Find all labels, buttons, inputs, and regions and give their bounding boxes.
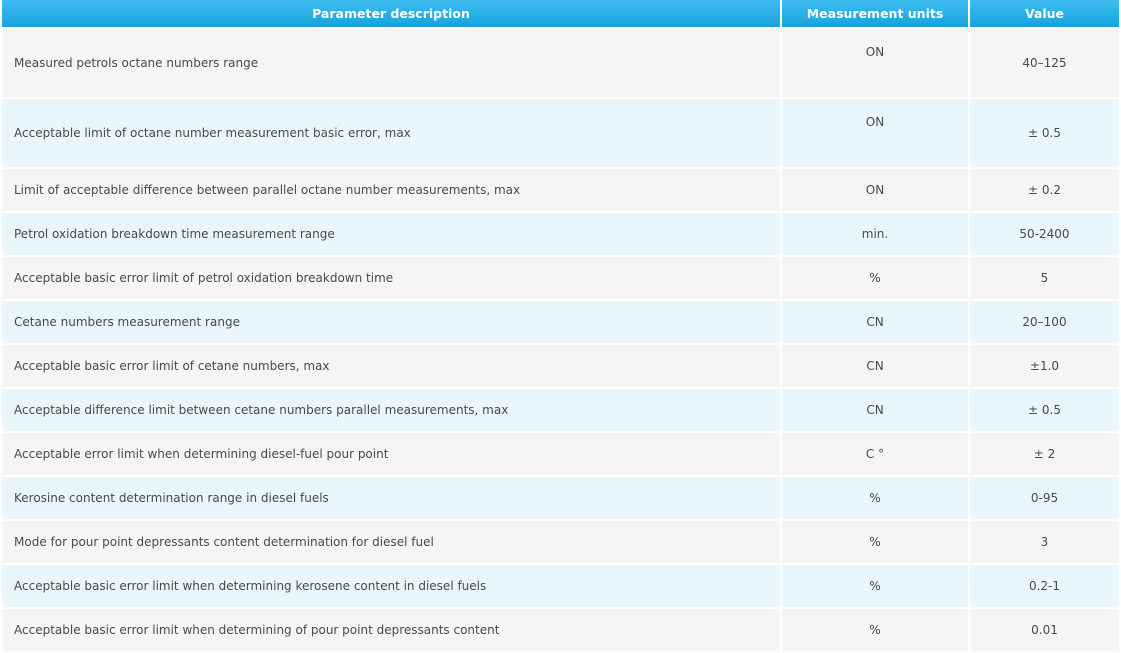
- table-row: Acceptable basic error limit of petrol o…: [2, 257, 1119, 299]
- cell-units: C °: [782, 433, 968, 475]
- cell-units: %: [782, 609, 968, 651]
- cell-description: Acceptable error limit when determining …: [2, 433, 780, 475]
- header-value: Value: [970, 0, 1119, 27]
- cell-value: 3: [970, 521, 1119, 563]
- cell-description: Limit of acceptable difference between p…: [2, 169, 780, 211]
- table-body: Measured petrols octane numbers range ON…: [2, 29, 1119, 651]
- cell-value: 0.01: [970, 609, 1119, 651]
- cell-description: Acceptable basic error limit when determ…: [2, 609, 780, 651]
- cell-value: 20–100: [970, 301, 1119, 343]
- table-row: Acceptable error limit when determining …: [2, 433, 1119, 475]
- table-row: Acceptable difference limit between ceta…: [2, 389, 1119, 431]
- cell-value: 5: [970, 257, 1119, 299]
- cell-description: Acceptable basic error limit of petrol o…: [2, 257, 780, 299]
- cell-units: %: [782, 477, 968, 519]
- cell-units: ON: [782, 99, 968, 167]
- table-row: Limit of acceptable difference between p…: [2, 169, 1119, 211]
- cell-units: CN: [782, 389, 968, 431]
- cell-units: CN: [782, 301, 968, 343]
- cell-description: Petrol oxidation breakdown time measurem…: [2, 213, 780, 255]
- cell-units: %: [782, 257, 968, 299]
- cell-description: Measured petrols octane numbers range: [2, 29, 780, 97]
- cell-value: 50-2400: [970, 213, 1119, 255]
- cell-value: ± 0.2: [970, 169, 1119, 211]
- cell-units: %: [782, 521, 968, 563]
- cell-units: %: [782, 565, 968, 607]
- header-row: Parameter description Measurement units …: [2, 0, 1119, 27]
- cell-description: Acceptable difference limit between ceta…: [2, 389, 780, 431]
- cell-units: min.: [782, 213, 968, 255]
- specifications-table: Parameter description Measurement units …: [0, 0, 1121, 653]
- table-row: Acceptable limit of octane number measur…: [2, 99, 1119, 167]
- cell-value: ± 0.5: [970, 99, 1119, 167]
- cell-units: CN: [782, 345, 968, 387]
- table-row: Cetane numbers measurement range CN 20–1…: [2, 301, 1119, 343]
- header-measurement-units: Measurement units: [782, 0, 968, 27]
- table-row: Acceptable basic error limit when determ…: [2, 609, 1119, 651]
- cell-description: Acceptable basic error limit when determ…: [2, 565, 780, 607]
- cell-description: Mode for pour point depressants content …: [2, 521, 780, 563]
- table-row: Mode for pour point depressants content …: [2, 521, 1119, 563]
- cell-units: ON: [782, 29, 968, 97]
- cell-description: Acceptable limit of octane number measur…: [2, 99, 780, 167]
- cell-value: 0-95: [970, 477, 1119, 519]
- cell-value: ±1.0: [970, 345, 1119, 387]
- table-row: Acceptable basic error limit when determ…: [2, 565, 1119, 607]
- table-row: Kerosine content determination range in …: [2, 477, 1119, 519]
- cell-units: ON: [782, 169, 968, 211]
- cell-description: Cetane numbers measurement range: [2, 301, 780, 343]
- cell-value: 0.2-1: [970, 565, 1119, 607]
- cell-value: ± 0.5: [970, 389, 1119, 431]
- cell-description: Kerosine content determination range in …: [2, 477, 780, 519]
- table-row: Measured petrols octane numbers range ON…: [2, 29, 1119, 97]
- cell-value: ± 2: [970, 433, 1119, 475]
- table-header: Parameter description Measurement units …: [2, 0, 1119, 27]
- header-parameter-description: Parameter description: [2, 0, 780, 27]
- table-row: Petrol oxidation breakdown time measurem…: [2, 213, 1119, 255]
- table-row: Acceptable basic error limit of cetane n…: [2, 345, 1119, 387]
- cell-description: Acceptable basic error limit of cetane n…: [2, 345, 780, 387]
- cell-value: 40–125: [970, 29, 1119, 97]
